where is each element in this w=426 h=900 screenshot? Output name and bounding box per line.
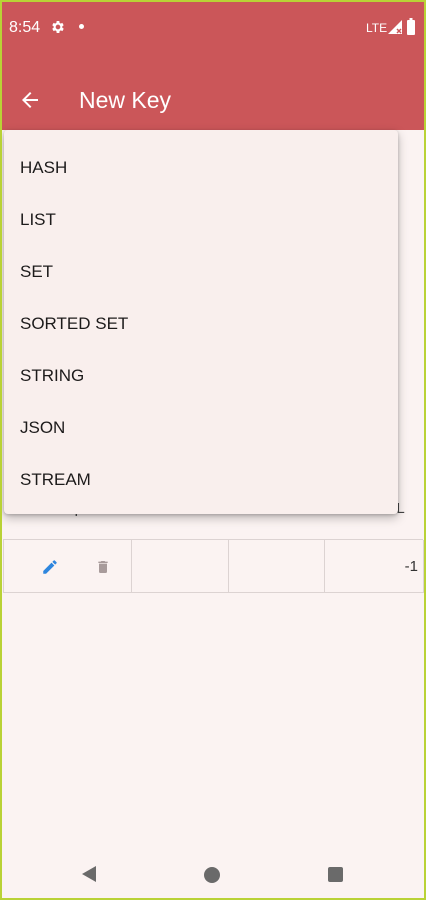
system-nav-bar [2, 850, 424, 898]
table-row: -1 [3, 540, 424, 593]
status-bar: 8:54 LTE [2, 2, 424, 52]
menu-item-stream[interactable]: STREAM [4, 454, 398, 506]
delete-icon[interactable] [95, 558, 111, 576]
options-cell [4, 540, 132, 593]
nav-home-icon[interactable] [204, 867, 220, 883]
ttl-value: -1 [404, 558, 418, 575]
nav-recents-icon[interactable] [328, 867, 343, 882]
value-cell[interactable] [229, 540, 325, 593]
menu-item-sorted-set[interactable]: SORTED SET [4, 298, 398, 350]
ttl-cell[interactable]: -1 [325, 540, 424, 593]
key-type-menu: HASH LIST SET SORTED SET STRING JSON STR… [4, 130, 398, 514]
signal-icon [388, 20, 402, 34]
battery-icon [407, 18, 415, 35]
network-type: LTE [366, 21, 388, 35]
menu-item-json[interactable]: JSON [4, 402, 398, 454]
status-time: 8:54 [9, 19, 41, 36]
menu-item-list[interactable]: LIST [4, 194, 398, 246]
gear-icon [50, 19, 66, 35]
edit-icon[interactable] [41, 558, 59, 576]
nav-back-icon[interactable] [80, 865, 98, 883]
menu-item-hash[interactable]: HASH [4, 142, 398, 194]
field-cell[interactable] [132, 540, 229, 593]
page-title: New Key [79, 87, 172, 113]
app-bar: New Key [2, 52, 424, 130]
menu-item-string[interactable]: STRING [4, 350, 398, 402]
notification-dot-icon [79, 24, 84, 29]
screen: 8:54 LTE New Key Options Field Value TTL [2, 2, 424, 898]
arrow-left-icon[interactable] [18, 88, 42, 112]
menu-item-set[interactable]: SET [4, 246, 398, 298]
